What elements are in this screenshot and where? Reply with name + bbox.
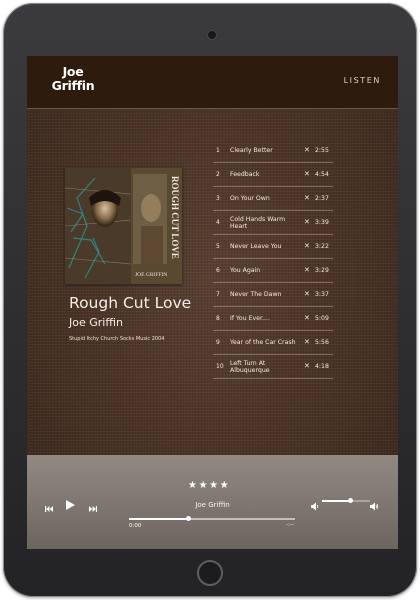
track-row[interactable]: 6 You Again ✕ 3:29 (213, 259, 333, 283)
track-row[interactable]: 8 If You Ever.... ✕ 5:09 (213, 307, 333, 331)
track-duration: 3:39 (315, 219, 329, 226)
track-row[interactable]: 7 Never The Dawn ✕ 3:37 (213, 283, 333, 307)
track-remove-icon[interactable]: ✕ (304, 163, 310, 186)
track-remove-icon[interactable]: ✕ (304, 211, 310, 234)
track-number: 3 (216, 195, 220, 202)
track-remove-icon[interactable]: ✕ (304, 259, 310, 282)
home-button[interactable] (197, 560, 223, 586)
track-duration: 5:09 (315, 315, 329, 322)
now-playing-artist: Joe Griffin (195, 501, 230, 509)
logo-line-2: Griffin (51, 78, 95, 93)
track-row[interactable]: 10 Left Turn At Albuquerque ✕ 4:18 (213, 355, 333, 379)
track-number: 10 (216, 363, 224, 370)
track-list: 1 Clearly Better ✕ 2:55 2 Feedback ✕ 4:5… (213, 139, 333, 379)
track-number: 7 (216, 291, 220, 298)
track-title: Feedback (230, 171, 260, 178)
album-label-year: Stupid Itchy Church Socks Music 2004 (69, 336, 165, 342)
progress-fill (129, 518, 189, 520)
progress-bar[interactable] (129, 516, 295, 521)
track-duration: 3:37 (315, 291, 329, 298)
track-number: 5 (216, 243, 220, 250)
front-camera (207, 30, 217, 40)
track-row[interactable]: 4 Cold Hands Warm Heart ✕ 3:39 (213, 211, 333, 235)
track-number: 9 (216, 339, 220, 346)
volume-high-icon[interactable] (370, 496, 379, 515)
track-duration: 3:22 (315, 243, 329, 250)
track-row[interactable]: 3 On Your Own ✕ 2:37 (213, 187, 333, 211)
audio-player-bar: ★★★★ Joe Griffin 0:00 -:-- (27, 455, 398, 549)
track-number: 1 (216, 147, 220, 154)
track-remove-icon[interactable]: ✕ (304, 235, 310, 258)
logo-line-1: Joe (62, 64, 84, 79)
track-title: Cold Hands Warm Heart (230, 215, 286, 230)
track-remove-icon[interactable]: ✕ (304, 187, 310, 210)
remaining-time: -:-- (286, 522, 294, 528)
track-row[interactable]: 9 Year of the Car Crash ✕ 5:56 (213, 331, 333, 355)
progress-handle[interactable] (186, 516, 192, 521)
volume-fill (322, 500, 351, 502)
track-duration: 2:55 (315, 147, 329, 154)
volume-slider[interactable] (322, 498, 370, 503)
top-navigation-bar: Joe Griffin LISTEN (27, 56, 398, 109)
track-number: 6 (216, 267, 220, 274)
track-remove-icon[interactable]: ✕ (304, 331, 310, 354)
cover-artist-text: JOE GRIFFIN (135, 272, 167, 278)
rating-stars[interactable]: ★★★★ (188, 480, 230, 491)
track-row[interactable]: 1 Clearly Better ✕ 2:55 (213, 139, 333, 163)
track-title: Clearly Better (230, 147, 273, 154)
app-screen: Joe Griffin LISTEN ROUGH CUT LOVE JOE GR… (27, 56, 398, 549)
track-title: If You Ever.... (230, 315, 270, 322)
track-duration: 4:18 (315, 363, 329, 370)
track-remove-icon[interactable]: ✕ (304, 355, 310, 378)
track-title: Never Leave You (230, 243, 282, 250)
cover-title-text: ROUGH CUT LOVE (170, 176, 180, 259)
tablet-frame: Joe Griffin LISTEN ROUGH CUT LOVE JOE GR… (3, 3, 417, 597)
album-artist: Joe Griffin (69, 316, 123, 329)
track-title: Year of the Car Crash (230, 339, 296, 346)
track-number: 4 (216, 219, 220, 226)
album-cover-art: ROUGH CUT LOVE JOE GRIFFIN (65, 168, 182, 284)
track-row[interactable]: 5 Never Leave You ✕ 3:22 (213, 235, 333, 259)
track-duration: 5:56 (315, 339, 329, 346)
album-cover: ROUGH CUT LOVE JOE GRIFFIN (65, 168, 182, 284)
track-duration: 2:37 (315, 195, 329, 202)
track-remove-icon[interactable]: ✕ (304, 283, 310, 306)
track-number: 8 (216, 315, 220, 322)
track-row[interactable]: 2 Feedback ✕ 4:54 (213, 163, 333, 187)
track-title: Never The Dawn (230, 291, 282, 298)
track-remove-icon[interactable]: ✕ (304, 139, 310, 162)
nav-listen-link[interactable]: LISTEN (344, 76, 381, 85)
volume-low-icon[interactable] (311, 496, 320, 515)
track-duration: 3:29 (315, 267, 329, 274)
track-number: 2 (216, 171, 220, 178)
track-title: You Again (230, 267, 261, 274)
track-title: Left Turn At Albuquerque (230, 359, 270, 374)
track-duration: 4:54 (315, 171, 329, 178)
track-remove-icon[interactable]: ✕ (304, 307, 310, 330)
current-time: 0:00 (129, 523, 142, 529)
track-title: On Your Own (230, 195, 270, 202)
album-title: Rough Cut Love (69, 294, 192, 312)
site-logo[interactable]: Joe Griffin (49, 65, 97, 93)
